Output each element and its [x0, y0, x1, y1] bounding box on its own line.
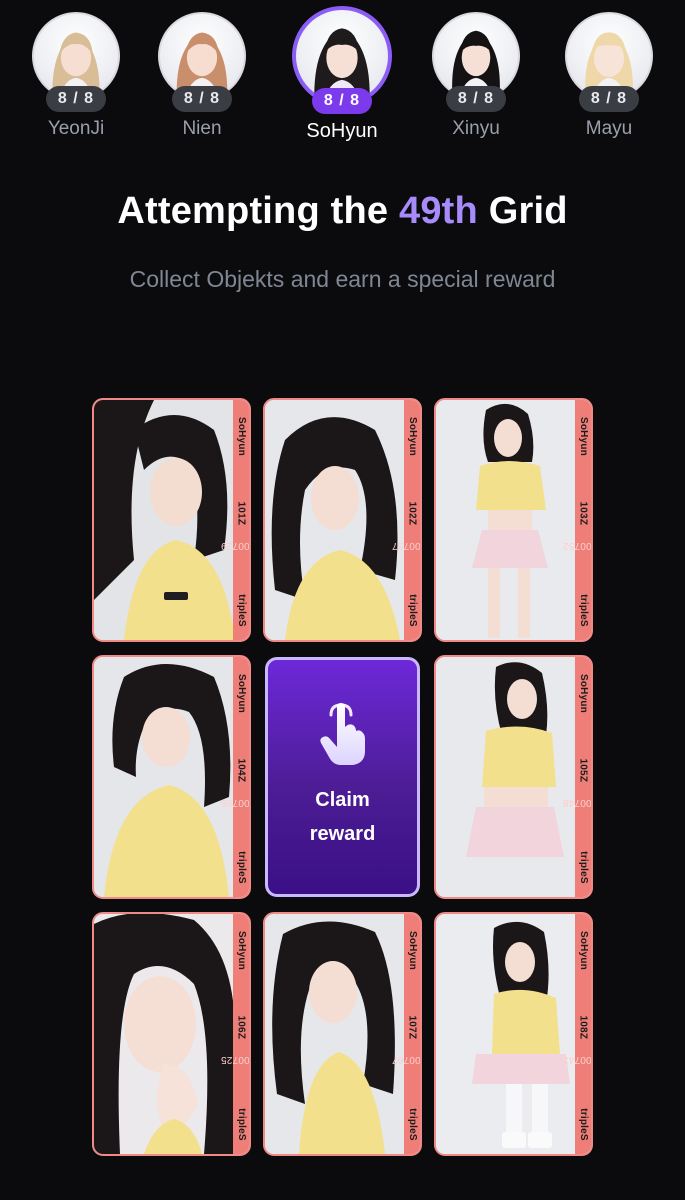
title-grid-number: 49th — [399, 190, 478, 232]
objekt-side-band: SoHyun 106Z #000725 tripleS — [221, 914, 249, 1154]
objekt-photo — [265, 914, 406, 1154]
objekt-photo-image — [436, 914, 577, 1154]
title-prefix: Attempting the — [117, 190, 399, 232]
avatar-wrapper: 8 / 8 — [565, 12, 653, 112]
member-name: YeonJi — [47, 118, 105, 139]
page-subtitle: Collect Objekts and earn a special rewar… — [129, 266, 556, 292]
objekt-card-107z[interactable]: SoHyun 107Z #000767 tripleS — [263, 912, 422, 1156]
objekt-card-101z[interactable]: SoHyun 101Z #000729 tripleS — [92, 398, 251, 642]
objekt-card-103z[interactable]: SoHyun 103Z #000752 tripleS — [434, 398, 593, 642]
objekt-side-band: SoHyun 102Z #000757 tripleS — [392, 400, 420, 640]
objekt-photo — [436, 657, 577, 897]
objekt-serial: 106Z — [235, 1015, 247, 1039]
objekt-photo — [94, 914, 235, 1154]
member-selector: 8 / 8 YeonJi 8 / 8 Nien 8 / 8 SoHyun 8 /… — [0, 6, 685, 162]
objekt-serial: 102Z — [406, 501, 418, 525]
objekt-photo-image — [265, 400, 406, 640]
objekt-serial: 103Z — [577, 501, 589, 525]
objekt-member-label: SoHyun — [577, 930, 589, 970]
member-sohyun[interactable]: 8 / 8 SoHyun — [282, 6, 402, 143]
objekt-member-label: SoHyun — [406, 930, 418, 970]
objekt-photo — [436, 914, 577, 1154]
objekt-member-label: SoHyun — [577, 416, 589, 456]
objekt-hash: #000786 — [220, 796, 250, 808]
collection-count-badge: 8 / 8 — [46, 86, 106, 112]
objekt-side-band: SoHyun 108Z #000742 tripleS — [563, 914, 591, 1154]
objekt-photo — [436, 400, 577, 640]
objekt-hash: #000767 — [391, 1053, 421, 1065]
objekt-photo-image — [265, 914, 406, 1154]
objekt-side-band: SoHyun 104Z #000786 tripleS — [221, 657, 249, 897]
avatar-wrapper: 8 / 8 — [432, 12, 520, 112]
objekt-member-label: SoHyun — [235, 416, 247, 456]
objekt-hash: #000748 — [562, 796, 592, 808]
collection-count-badge: 8 / 8 — [446, 86, 506, 112]
member-nien[interactable]: 8 / 8 Nien — [142, 12, 262, 140]
member-name: Mayu — [585, 118, 633, 139]
objekt-brand-label: tripleS — [235, 850, 247, 884]
objekt-member-label: SoHyun — [235, 930, 247, 970]
title-suffix: Grid — [477, 190, 568, 232]
objekt-serial: 108Z — [577, 1015, 589, 1039]
grid-page: 8 / 8 YeonJi 8 / 8 Nien 8 / 8 SoHyun 8 /… — [0, 0, 685, 1200]
claim-reward-button[interactable]: Claim reward — [265, 657, 420, 897]
collection-count-badge: 8 / 8 — [312, 88, 372, 114]
objekt-serial: 104Z — [235, 758, 247, 782]
objekt-serial: 101Z — [235, 501, 247, 525]
objekt-photo-image — [436, 657, 577, 897]
objekt-side-band: SoHyun 101Z #000729 tripleS — [221, 400, 249, 640]
objekt-brand-label: tripleS — [235, 1107, 247, 1141]
objekt-photo-image — [94, 914, 235, 1154]
objekt-hash: #000742 — [562, 1053, 592, 1065]
objekt-serial: 107Z — [406, 1015, 418, 1039]
objekt-card-108z[interactable]: SoHyun 108Z #000742 tripleS — [434, 912, 593, 1156]
member-name: Nien — [182, 118, 222, 139]
objekt-card-104z[interactable]: SoHyun 104Z #000786 tripleS — [92, 655, 251, 899]
tap-hand-icon — [319, 703, 365, 765]
objekt-serial: 105Z — [577, 758, 589, 782]
objekt-brand-label: tripleS — [577, 850, 589, 884]
objekt-photo-image — [94, 657, 235, 897]
claim-label-line2: reward — [309, 823, 376, 845]
page-title: Attempting the 49th Grid — [0, 190, 685, 233]
objekt-photo-image — [94, 400, 235, 640]
collection-count-badge: 8 / 8 — [579, 86, 639, 112]
objekt-card-105z[interactable]: SoHyun 105Z #000748 tripleS — [434, 655, 593, 899]
objekt-member-label: SoHyun — [577, 673, 589, 713]
member-xinyu[interactable]: 8 / 8 Xinyu — [416, 12, 536, 140]
objekt-hash: #000757 — [391, 539, 421, 551]
objekt-hash: #000752 — [562, 539, 592, 551]
objekt-photo — [265, 400, 406, 640]
objekt-member-label: SoHyun — [235, 673, 247, 713]
objekt-brand-label: tripleS — [577, 593, 589, 627]
objekt-brand-label: tripleS — [406, 1107, 418, 1141]
objekt-side-band: SoHyun 105Z #000748 tripleS — [563, 657, 591, 897]
objekt-brand-label: tripleS — [406, 593, 418, 627]
objekt-brand-label: tripleS — [577, 1107, 589, 1141]
objekt-hash: #000725 — [220, 1053, 250, 1065]
objekt-photo-image — [436, 400, 577, 640]
objekt-member-label: SoHyun — [406, 416, 418, 456]
member-name: SoHyun — [306, 120, 378, 142]
objekt-card-102z[interactable]: SoHyun 102Z #000757 tripleS — [263, 398, 422, 642]
objekt-brand-label: tripleS — [235, 593, 247, 627]
objekt-photo — [94, 657, 235, 897]
member-name: Xinyu — [452, 118, 500, 139]
avatar-wrapper: 8 / 8 — [292, 6, 392, 114]
objekt-grid: SoHyun 101Z #000729 tripleS SoHyun 102Z #0… — [92, 398, 593, 1156]
member-mayu[interactable]: 8 / 8 Mayu — [549, 12, 669, 140]
member-yeonji[interactable]: 8 / 8 YeonJi — [16, 12, 136, 140]
claim-label-line1: Claim — [315, 789, 370, 811]
avatar-wrapper: 8 / 8 — [32, 12, 120, 112]
avatar-wrapper: 8 / 8 — [158, 12, 246, 112]
objekt-photo — [94, 400, 235, 640]
objekt-side-band: SoHyun 103Z #000752 tripleS — [563, 400, 591, 640]
claim-reward-label: Claim reward — [310, 783, 376, 851]
objekt-card-106z[interactable]: SoHyun 106Z #000725 tripleS — [92, 912, 251, 1156]
objekt-side-band: SoHyun 107Z #000767 tripleS — [392, 914, 420, 1154]
objekt-hash: #000729 — [220, 539, 250, 551]
collection-count-badge: 8 / 8 — [172, 86, 232, 112]
